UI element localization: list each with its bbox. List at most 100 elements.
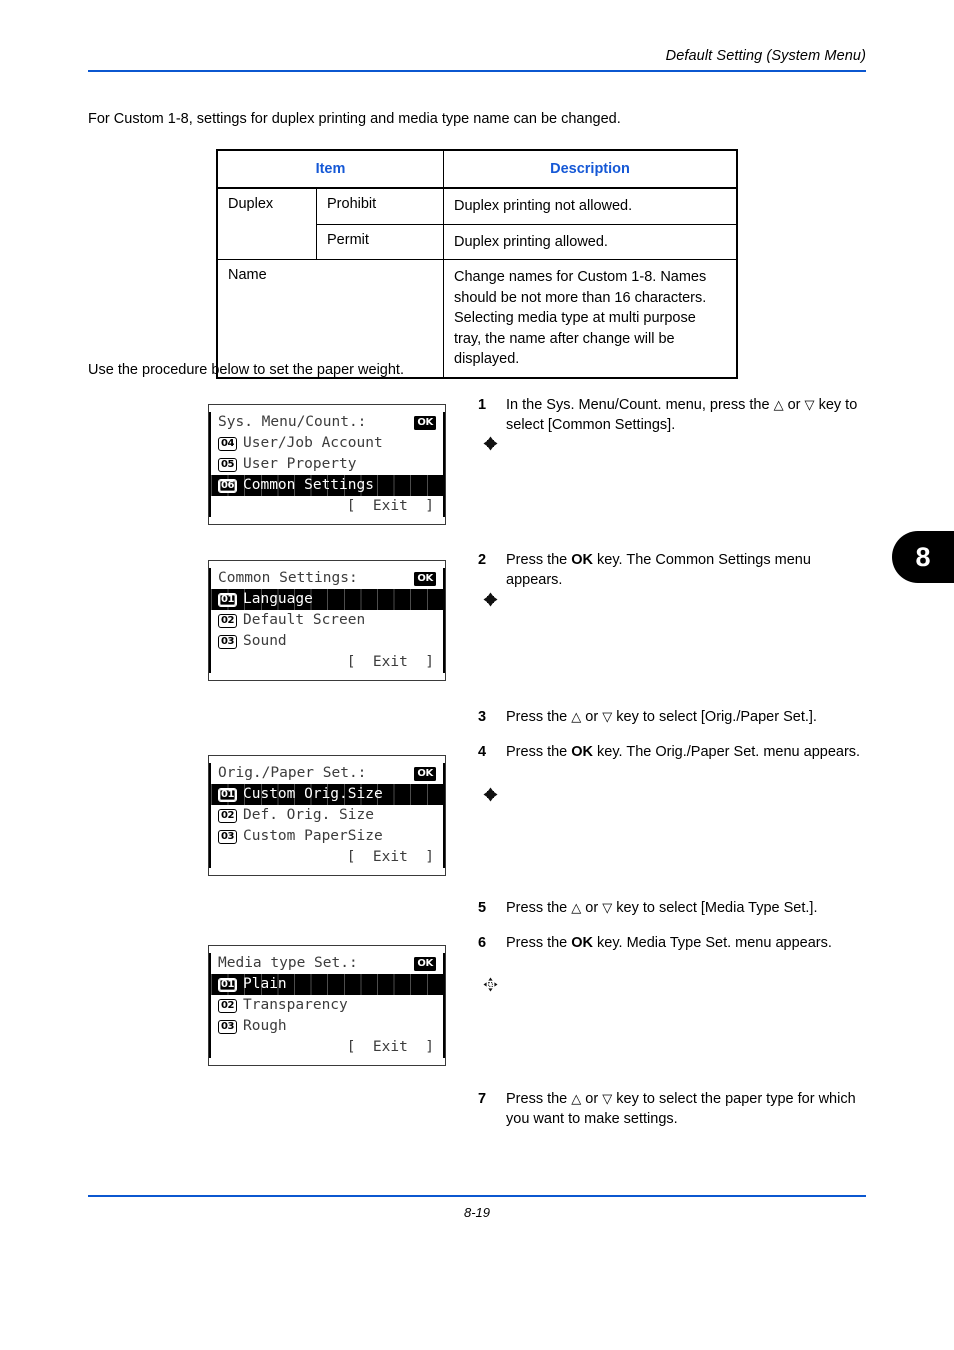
ok-key-icon: OK (414, 766, 436, 781)
step-number: 6 (478, 935, 487, 951)
step-text-part: or (581, 900, 603, 916)
lcd-exit-softkey[interactable]: [ Exit ] (211, 496, 443, 517)
lcd-exit-softkey[interactable]: [ Exit ] (211, 847, 443, 868)
step-7: 7 Press the △ or ▽ key to select the pap… (478, 1090, 870, 1129)
step-text-part: key. The Orig./Paper Set. menu appears. (593, 744, 861, 760)
step-number: 2 (478, 552, 487, 568)
lcd-menu-item-selected[interactable]: 01 Custom Orig.Size (211, 784, 443, 805)
lcd-screen-common-settings: Common Settings: OK 01 Language 02 Defau… (208, 560, 498, 681)
step-text-part: or (581, 1091, 603, 1107)
item-number-badge: 02 (218, 613, 237, 628)
lcd-menu-item[interactable]: 03 Sound (211, 631, 443, 652)
item-number-badge: 05 (218, 457, 237, 472)
step-text-part: key. Media Type Set. menu appears. (593, 935, 832, 951)
ok-key-label: OK (571, 744, 594, 760)
lcd-inner-frame: Sys. Menu/Count.: OK 04 User/Job Account (209, 412, 498, 517)
item-number-badge: 04 (218, 436, 237, 451)
lcd-menu-item[interactable]: 02 Def. Orig. Size (211, 805, 443, 826)
item-number-badge: 02 (218, 808, 237, 823)
cell-sub-prohibit: Prohibit (316, 187, 444, 225)
item-number-badge: 02 (218, 998, 237, 1013)
custom-settings-table: Item Description Duplex Prohibit Duplex … (216, 149, 738, 380)
lcd-title-icons: OK (395, 415, 498, 451)
step-text-part: Press the (506, 935, 572, 951)
intro-paragraph: For Custom 1-8, settings for duplex prin… (88, 111, 621, 127)
item-label: Sound (243, 633, 287, 649)
lcd-title-text: Orig./Paper Set.: (218, 765, 367, 781)
lcd-menu-item-selected[interactable]: 06 Common Settings (211, 475, 443, 496)
table-header-row: Item Description (216, 149, 738, 189)
step-text-part: key to select [Media Type Set.]. (612, 900, 818, 916)
lcd-menu-item[interactable]: 05 User Property (211, 454, 443, 475)
step-text: Press the OK key. The Orig./Paper Set. m… (506, 743, 870, 763)
item-label: Transparency (243, 997, 348, 1013)
header-rule (88, 70, 866, 72)
step-5: 5 Press the △ or ▽ key to select [Media … (478, 899, 870, 919)
step-text-part: Press the (506, 900, 572, 916)
lcd-menu-item[interactable]: 02 Default Screen (211, 610, 443, 631)
lcd-menu-item-selected[interactable]: 01 Language (211, 589, 443, 610)
step-text-part: Press the (506, 552, 572, 568)
step-2: 2 Press the OK key. The Common Settings … (478, 551, 870, 590)
down-arrow-icon: ▽ (804, 397, 815, 412)
lcd-inner-frame: Media type Set.: OK 01 Plain 02 Transpar… (209, 953, 498, 1058)
procedure-paragraph: Use the procedure below to set the paper… (88, 362, 404, 378)
cell-item-duplex: Duplex (216, 187, 317, 261)
lcd-screen-sys-menu: Sys. Menu/Count.: OK 04 User/Job Account (208, 404, 498, 525)
page-number: 8-19 (463, 1205, 491, 1220)
step-number: 1 (478, 397, 487, 413)
lcd-title-text: Media type Set.: (218, 955, 358, 971)
step-text-part: Press the (506, 744, 572, 760)
step-number: 5 (478, 900, 487, 916)
lcd-menu-item[interactable]: 04 User/Job Account (211, 433, 443, 454)
lcd-title-bar: Common Settings: OK (211, 568, 498, 607)
table-row: Duplex Prohibit Duplex printing not allo… (216, 187, 738, 261)
step-text: Press the OK key. The Common Settings me… (506, 551, 870, 590)
step-text-part: Press the (506, 1091, 572, 1107)
step-text: Press the △ or ▽ key to select [Orig./Pa… (506, 708, 870, 728)
item-number-badge: 01 (218, 592, 237, 607)
item-number-badge: 03 (218, 829, 237, 844)
lcd-exit-softkey[interactable]: [ Exit ] (211, 1037, 443, 1058)
step-text-part: or (581, 709, 603, 725)
step-text-part: Press the (506, 709, 572, 725)
lcd-title-text: Sys. Menu/Count.: (218, 414, 367, 430)
step-1: 1 In the Sys. Menu/Count. menu, press th… (478, 396, 870, 435)
item-number-badge: 06 (218, 478, 237, 493)
lcd-screen-media-type-set: Media type Set.: OK 01 Plain 02 Transpar… (208, 945, 498, 1066)
item-label: Plain (243, 976, 287, 992)
item-number-badge: 03 (218, 634, 237, 649)
item-label: User Property (243, 456, 357, 472)
step-text-part: or (783, 397, 805, 413)
lcd-menu-item[interactable]: 03 Custom PaperSize (211, 826, 443, 847)
four-way-arrow-dotted-icon (395, 956, 498, 992)
step-text: In the Sys. Menu/Count. menu, press the … (506, 396, 870, 435)
lcd-menu-item[interactable]: 03 Rough (211, 1016, 443, 1037)
item-label: Def. Orig. Size (243, 807, 374, 823)
four-way-arrow-icon (395, 571, 498, 607)
item-label: Custom Orig.Size (243, 786, 383, 802)
lcd-title-icons: OK (395, 766, 498, 802)
ok-key-icon: OK (414, 571, 436, 586)
lcd-menu-item[interactable]: 02 Transparency (211, 995, 443, 1016)
lcd-title-text: Common Settings: (218, 570, 358, 586)
down-arrow-icon: ▽ (602, 709, 613, 724)
table-header: Item Description (216, 149, 738, 189)
item-number-badge: 01 (218, 977, 237, 992)
down-arrow-icon: ▽ (602, 900, 613, 915)
step-text-part: key to select [Orig./Paper Set.]. (612, 709, 817, 725)
lcd-exit-softkey[interactable]: [ Exit ] (211, 652, 443, 673)
up-arrow-icon: △ (571, 1091, 582, 1106)
chapter-number-tab: 8 (892, 531, 954, 583)
lcd-inner-frame: Common Settings: OK 01 Language 02 Defau… (209, 568, 498, 673)
lcd-title-bar: Sys. Menu/Count.: OK (211, 412, 498, 451)
step-number: 4 (478, 744, 487, 760)
down-arrow-icon: ▽ (602, 1091, 613, 1106)
item-label: User/Job Account (243, 435, 383, 451)
item-number-badge: 03 (218, 1019, 237, 1034)
lcd-menu-item-selected[interactable]: 01 Plain (211, 974, 443, 995)
ok-key-label: OK (571, 935, 594, 951)
header-title: Default Setting (System Menu) (665, 48, 866, 64)
table-body: Duplex Prohibit Duplex printing not allo… (216, 187, 738, 379)
step-4: 4 Press the OK key. The Orig./Paper Set.… (478, 743, 870, 763)
